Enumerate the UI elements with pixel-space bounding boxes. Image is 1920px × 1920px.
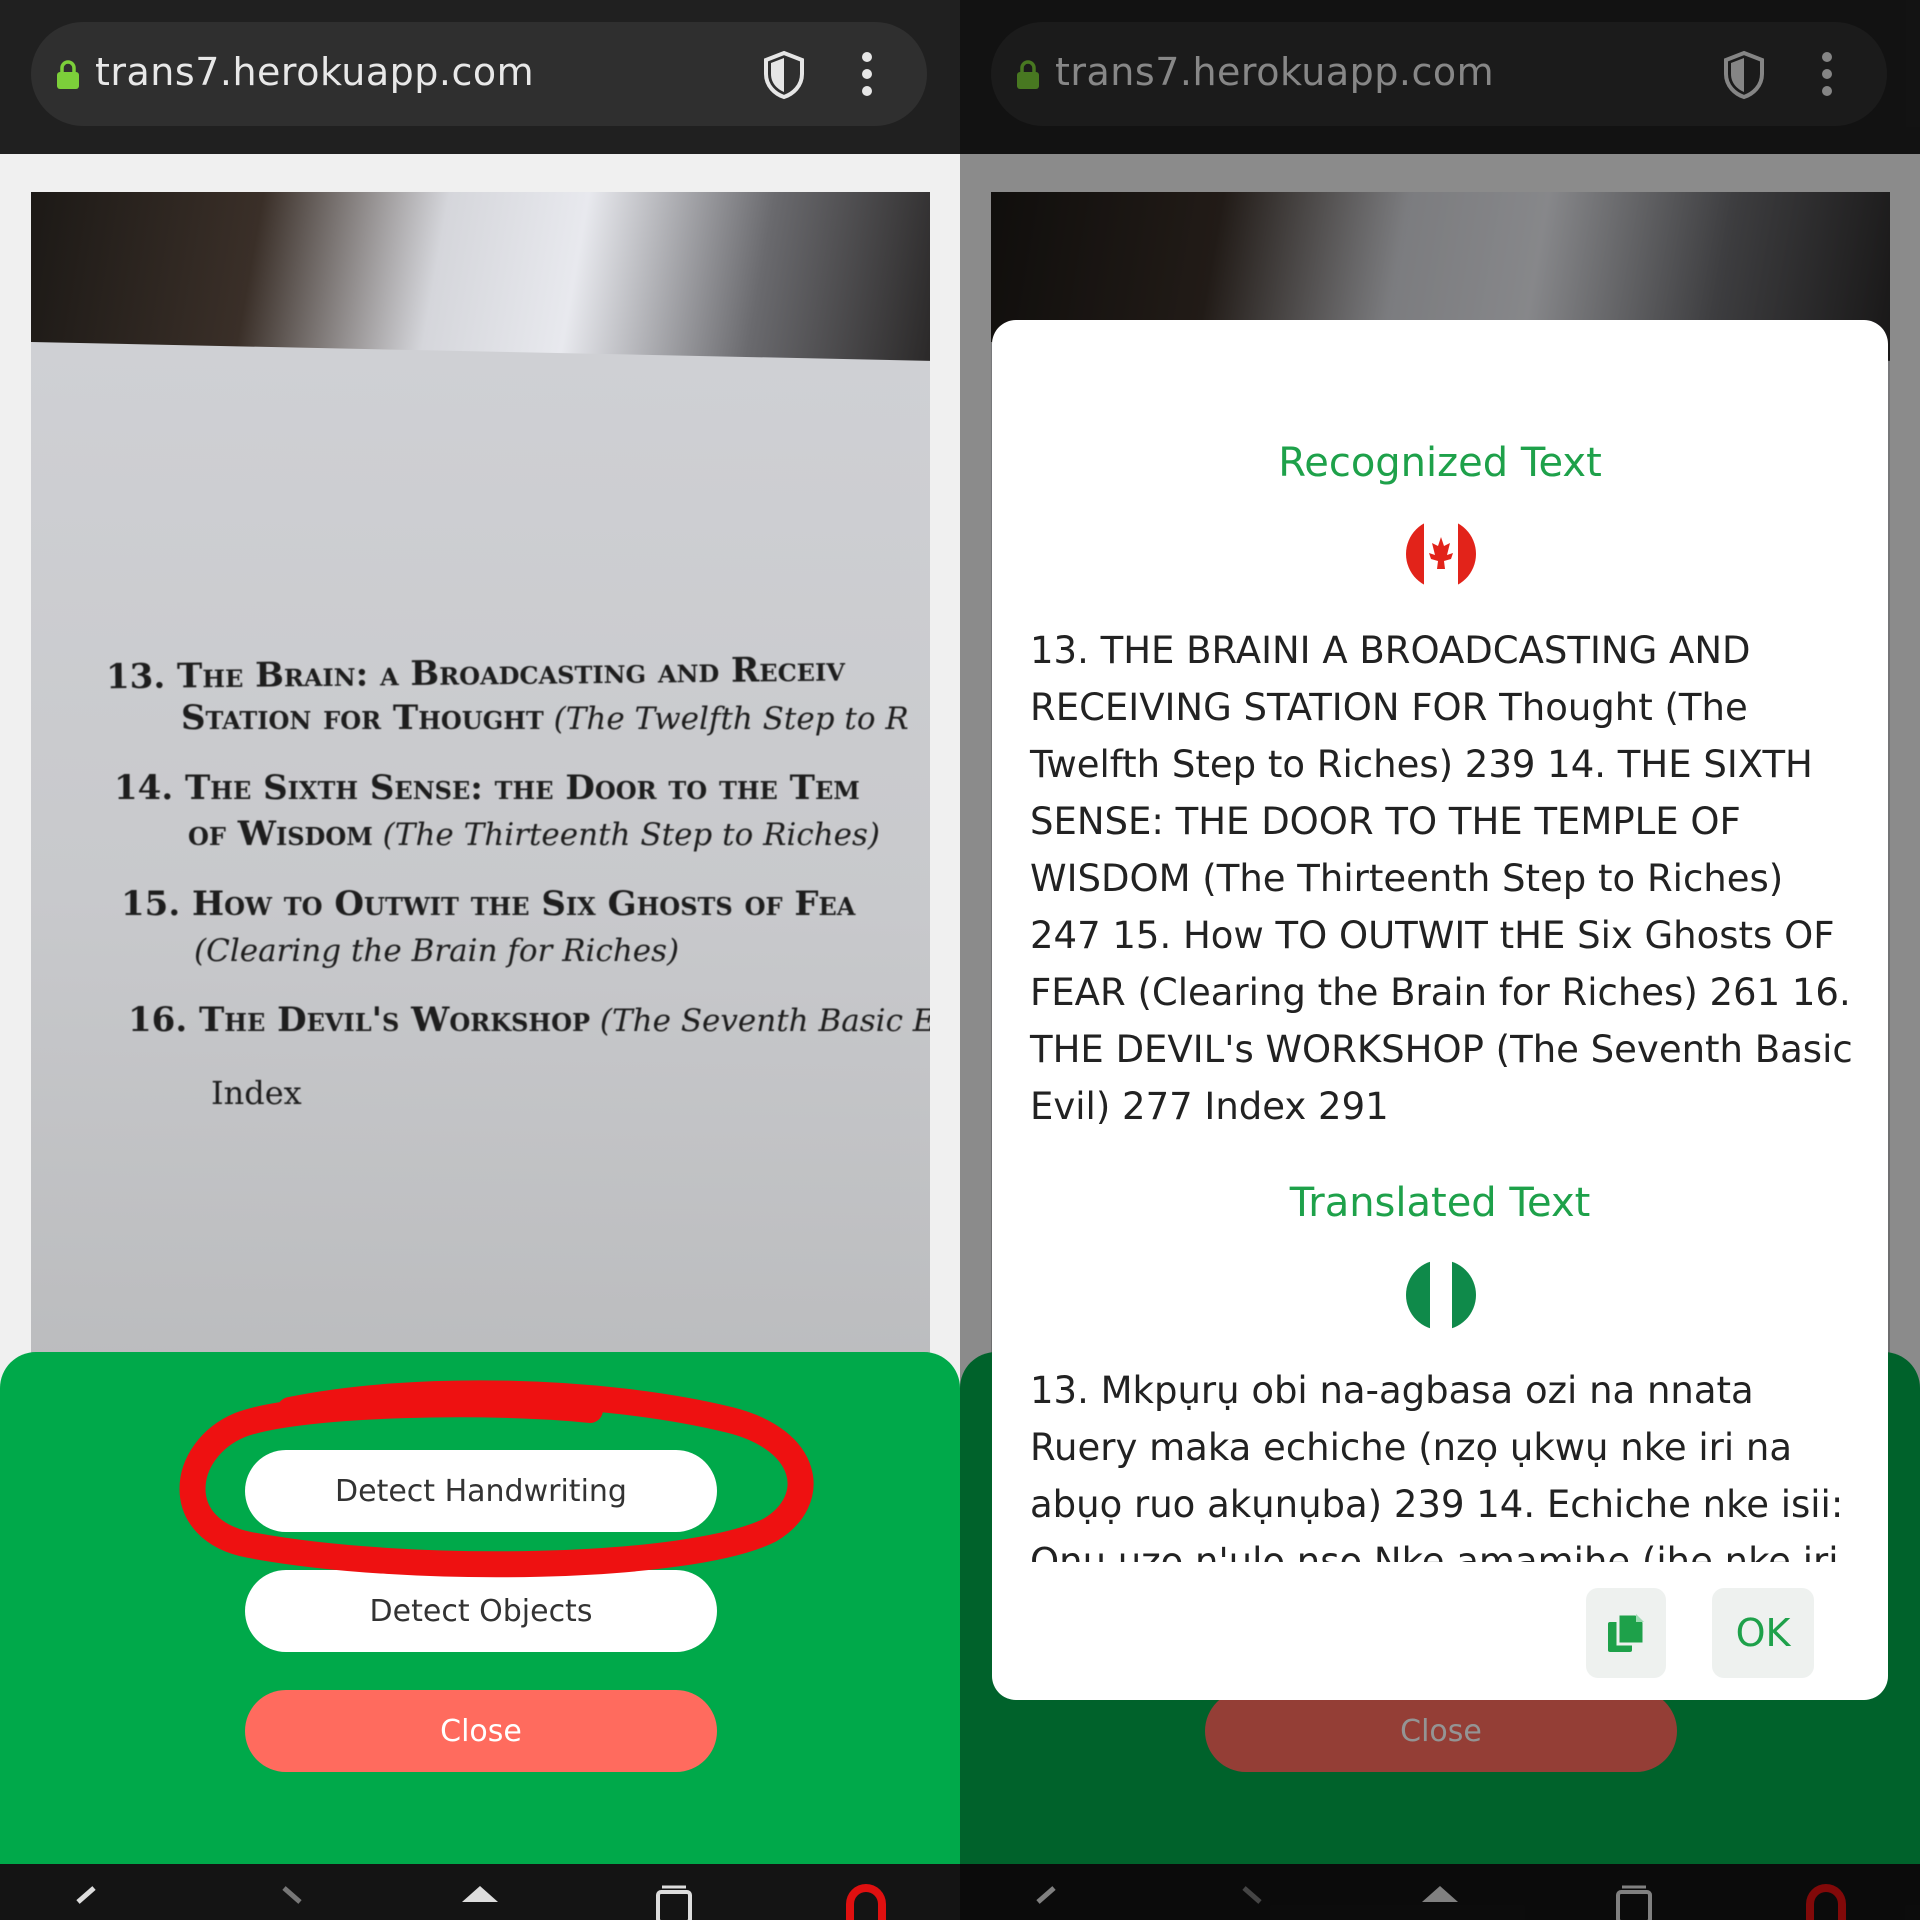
book-toc-text: 13. The Brain: a Broadcasting and Receiv… — [105, 649, 930, 1113]
toc-line: 13. The Brain: a Broadcasting and Receiv — [105, 649, 846, 698]
camera-photo: 13. The Brain: a Broadcasting and Receiv… — [31, 192, 930, 1372]
toc-subline: (The Thirteenth Step to Riches) — [372, 817, 881, 853]
nigeria-flag-icon — [1406, 1260, 1476, 1330]
left-screen: trans7.herokuapp.com 13. The Brain: a Br… — [0, 0, 960, 1920]
right-screen: trans7.herokuapp.com Close Recognized Te… — [960, 0, 1920, 1920]
tabs-icon[interactable] — [654, 1884, 694, 1920]
forward-icon[interactable] — [272, 1884, 312, 1920]
toc-index: Index — [211, 1074, 302, 1112]
translated-text: 13. Mkpụrụ obi na-agbasa ozi na nnata Ru… — [1030, 1369, 1844, 1562]
result-dialog: Recognized Text 13. THE BRAINI A BROADCA… — [992, 320, 1888, 1700]
recognized-text-title: Recognized Text — [1278, 440, 1602, 486]
translated-text-scroll[interactable]: 13. Mkpụrụ obi na-agbasa ozi na nnata Ru… — [992, 1362, 1888, 1562]
address-bar[interactable]: trans7.herokuapp.com — [31, 22, 927, 126]
toc-line: 15. How to Outwit the Six Ghosts of Fea — [121, 884, 856, 924]
lock-icon — [57, 60, 79, 89]
ok-button[interactable]: OK — [1712, 1588, 1814, 1678]
toc-line: of Wisdom — [188, 814, 373, 854]
browser-nav-bar — [0, 1864, 960, 1920]
translated-text-title: Translated Text — [1289, 1180, 1591, 1226]
shield-icon[interactable] — [761, 50, 807, 100]
toc-line: 14. The Sixth Sense: the Door to the Tem — [114, 768, 860, 808]
canada-flag-icon — [1406, 519, 1476, 589]
detect-objects-button[interactable]: Detect Objects — [245, 1570, 717, 1652]
toc-line: 16. The Devil's Workshop — [128, 1000, 591, 1040]
toc-subline: (The Twelfth Step to R — [543, 701, 909, 737]
detect-handwriting-button[interactable]: Detect Handwriting — [245, 1450, 717, 1532]
toc-subline: (Clearing the Brain for Riches) — [194, 933, 680, 969]
browser-toolbar: trans7.herokuapp.com — [0, 0, 960, 154]
copy-icon — [1608, 1612, 1646, 1652]
back-icon[interactable] — [66, 1884, 106, 1920]
url-text: trans7.herokuapp.com — [95, 50, 535, 94]
opera-menu-icon[interactable] — [846, 1884, 886, 1920]
toc-subline: (The Seventh Basic E — [590, 1003, 930, 1039]
close-button[interactable]: Close — [245, 1690, 717, 1772]
recognized-text: 13. THE BRAINI A BROADCASTING AND RECEIV… — [1030, 629, 1853, 1128]
menu-kebab-icon[interactable] — [861, 52, 873, 96]
copy-button[interactable] — [1586, 1588, 1666, 1678]
toc-line: Station for Thought — [181, 698, 544, 738]
home-icon[interactable] — [460, 1884, 500, 1920]
